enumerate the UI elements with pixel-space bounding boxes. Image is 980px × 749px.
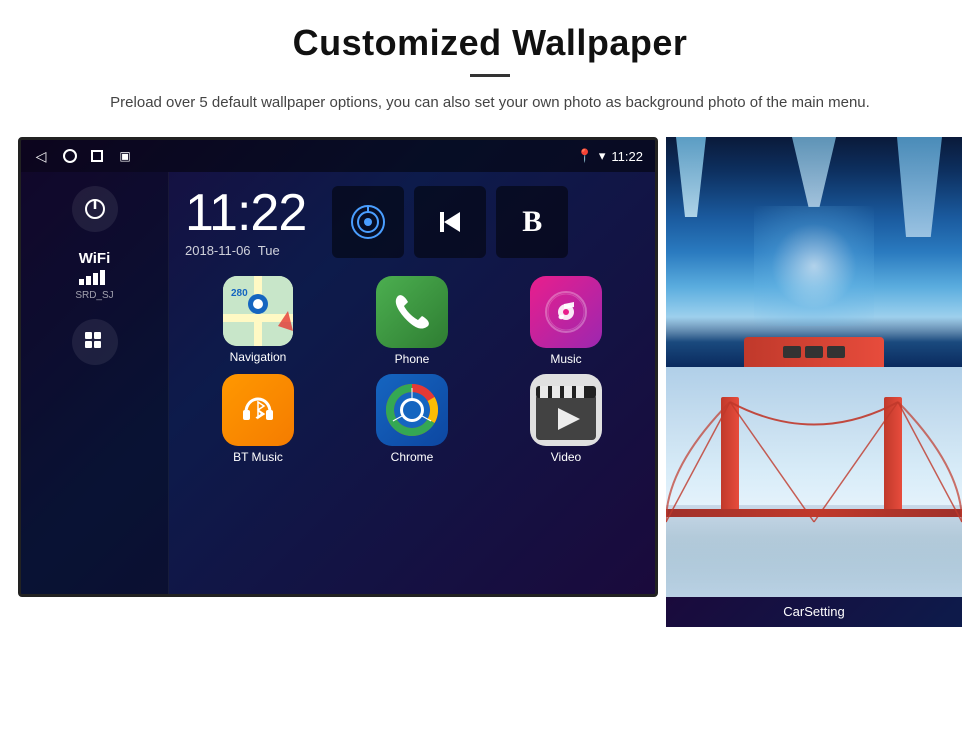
app-grid: 280 Navigation xyxy=(169,268,655,472)
chrome-icon xyxy=(376,374,448,446)
wifi-status-icon: ▾ xyxy=(599,148,606,164)
letter-b-widget: B xyxy=(496,186,568,258)
app-item-navigation[interactable]: 280 Navigation xyxy=(185,276,331,366)
clock-display: 11:22 2018-11-06 Tue xyxy=(185,187,306,258)
status-time: 11:22 xyxy=(611,149,643,164)
wallpaper-ice-cave[interactable] xyxy=(666,137,962,367)
location-icon: 📍 xyxy=(577,148,593,164)
app-item-phone[interactable]: Phone xyxy=(339,276,485,366)
music-icon xyxy=(530,276,602,348)
title-divider xyxy=(470,74,510,77)
apps-grid-button[interactable] xyxy=(72,319,118,365)
main-content: 11:22 2018-11-06 Tue xyxy=(169,172,655,594)
recents-nav-icon[interactable] xyxy=(91,150,103,162)
clock-date: 2018-11-06 Tue xyxy=(185,243,306,258)
power-button[interactable] xyxy=(72,186,118,232)
navigation-icon: 280 xyxy=(223,276,293,346)
wallpaper-thumbnails: CarSetting xyxy=(666,137,962,627)
wifi-ssid: SRD_SJ xyxy=(75,290,113,301)
wifi-label: WiFi xyxy=(75,250,113,267)
clock-section: 11:22 2018-11-06 Tue xyxy=(169,172,655,268)
prev-track-widget[interactable] xyxy=(414,186,486,258)
wifi-info: WiFi SRD_SJ xyxy=(75,250,113,301)
app-item-music[interactable]: Music xyxy=(493,276,639,366)
phone-icon xyxy=(376,276,448,348)
app-item-video[interactable]: Video xyxy=(493,374,639,464)
status-right: 📍 ▾ 11:22 xyxy=(577,148,643,164)
phone-label: Phone xyxy=(395,352,430,366)
back-nav-icon[interactable]: ◁ xyxy=(33,148,49,164)
sidebar: WiFi SRD_SJ xyxy=(21,172,169,594)
app-item-btmusic[interactable]: BT Music xyxy=(185,374,331,464)
page-title: Customized Wallpaper xyxy=(60,22,920,64)
wallpaper-bridge[interactable] xyxy=(666,367,962,597)
tablet-screen: ◁ ▣ 📍 ▾ 11:22 xyxy=(18,137,658,597)
chrome-label: Chrome xyxy=(391,450,434,464)
page-subtitle: Preload over 5 default wallpaper options… xyxy=(60,91,920,115)
btmusic-icon xyxy=(222,374,294,446)
screenshot-icon: ▣ xyxy=(117,148,133,164)
btmusic-label: BT Music xyxy=(233,450,283,464)
svg-text:280: 280 xyxy=(231,288,248,299)
page-header: Customized Wallpaper Preload over 5 defa… xyxy=(0,0,980,129)
video-icon xyxy=(530,374,602,446)
car-setting-label: CarSetting xyxy=(666,597,962,627)
status-left: ◁ ▣ xyxy=(33,148,133,164)
app-item-chrome[interactable]: Chrome xyxy=(339,374,485,464)
screen-body: WiFi SRD_SJ xyxy=(21,172,655,594)
wifi-signal-bars xyxy=(75,269,113,288)
music-label: Music xyxy=(550,352,581,366)
video-label: Video xyxy=(551,450,581,464)
clock-time: 11:22 xyxy=(185,187,306,239)
wallpaper-bridge-container: CarSetting xyxy=(666,367,962,627)
home-nav-icon[interactable] xyxy=(63,149,77,163)
status-bar: ◁ ▣ 📍 ▾ 11:22 xyxy=(21,140,655,172)
device-area: ◁ ▣ 📍 ▾ 11:22 xyxy=(0,129,980,627)
clock-widgets: B xyxy=(332,186,568,258)
signal-widget xyxy=(332,186,404,258)
navigation-label: Navigation xyxy=(230,350,287,364)
